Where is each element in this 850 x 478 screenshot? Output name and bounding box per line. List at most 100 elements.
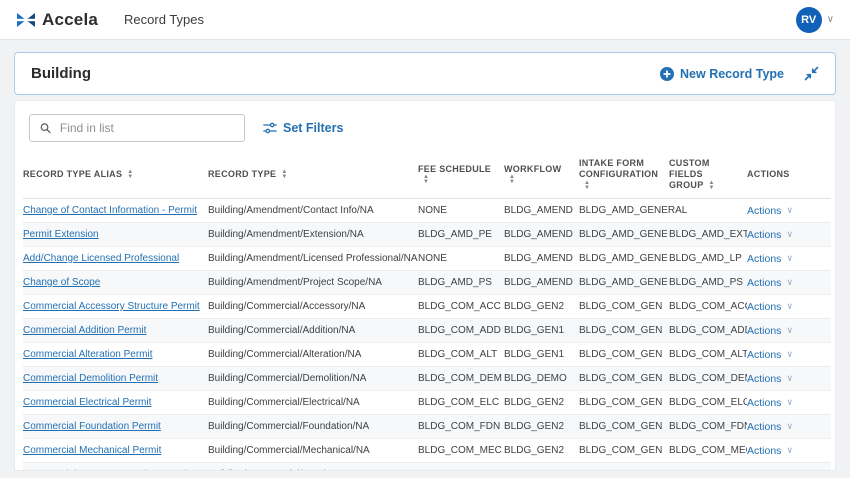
user-menu[interactable]: RV ∨ [796, 7, 834, 33]
record-type-alias-link[interactable]: Commercial New Construction Permit [23, 469, 190, 471]
actions-dropdown[interactable]: Actions ∨ [747, 253, 793, 265]
top-navigation-bar: Accela Record Types RV ∨ [0, 0, 850, 40]
custom-fields-group-cell: BLDG_COM_ELC [669, 391, 747, 415]
fee-schedule-cell: BLDG_COM_FDN [418, 415, 504, 439]
new-record-type-button[interactable]: New Record Type [660, 67, 784, 81]
custom-fields-group-cell: BLDG_COM_ALT [669, 343, 747, 367]
actions-dropdown[interactable]: Actions ∨ [747, 325, 793, 337]
actions-dropdown[interactable]: Actions ∨ [747, 445, 793, 457]
record-type-alias-link[interactable]: Permit Extension [23, 229, 99, 240]
chevron-down-icon[interactable]: ∨ [827, 14, 834, 25]
intake-form-configuration-cell: BLDG_AMD_GENERAL [579, 271, 669, 295]
table-row: Commercial Foundation Permit Building/Co… [23, 415, 831, 439]
record-type-cell: Building/Commercial/Mechanical/NA [208, 439, 418, 463]
column-header-workflow[interactable]: WORKFLOW▲▼ [504, 153, 579, 199]
record-type-alias-link[interactable]: Commercial Alteration Permit [23, 349, 152, 360]
chevron-down-icon: ∨ [786, 301, 793, 312]
actions-dropdown[interactable]: Actions ∨ [747, 205, 793, 217]
workflow-cell: BLDG_AMEND [504, 199, 579, 223]
workflow-cell: BLDG_DEMO [504, 367, 579, 391]
table-row: Commercial New Construction Permit Build… [23, 463, 831, 472]
table-row: Commercial Demolition Permit Building/Co… [23, 367, 831, 391]
record-type-alias-link[interactable]: Commercial Accessory Structure Permit [23, 301, 200, 312]
actions-dropdown[interactable]: Actions ∨ [747, 397, 793, 409]
record-type-alias-link[interactable]: Commercial Mechanical Permit [23, 445, 161, 456]
actions-dropdown[interactable]: Actions ∨ [747, 301, 793, 313]
workflow-cell: BLDG_GEN2 [504, 295, 579, 319]
workflow-cell: BLDG_GEN2 [504, 415, 579, 439]
record-type-alias-link[interactable]: Commercial Demolition Permit [23, 373, 158, 384]
custom-fields-group-cell: BLDG_AMD_EXT [669, 223, 747, 247]
record-type-alias-link[interactable]: Add/Change Licensed Professional [23, 253, 179, 264]
column-header-fee-schedule[interactable]: FEE SCHEDULE▲▼ [418, 153, 504, 199]
fee-schedule-cell: BLDG_COM_ACC [418, 295, 504, 319]
custom-fields-group-cell: BLDG_COM_ADD [669, 319, 747, 343]
fee-schedule-cell: BLDG_COM_ADD [418, 319, 504, 343]
column-header-intake-form-configuration[interactable]: INTAKE FORM CONFIGURATION▲▼ [579, 153, 669, 199]
custom-fields-group-cell: BLDG_COM_FDN [669, 415, 747, 439]
sort-icon[interactable]: ▲▼ [127, 170, 133, 180]
custom-fields-group-cell: BLDG_COM_ACC [669, 295, 747, 319]
sort-icon[interactable]: ▲▼ [709, 181, 715, 191]
record-type-cell: Building/Amendment/Contact Info/NA [208, 199, 418, 223]
actions-cell: Actions ∨ [747, 223, 831, 247]
actions-dropdown[interactable]: Actions ∨ [747, 373, 793, 385]
record-type-alias-link[interactable]: Commercial Foundation Permit [23, 421, 161, 432]
record-type-alias-cell: Commercial New Construction Permit [23, 463, 208, 472]
actions-dropdown[interactable]: Actions ∨ [747, 349, 793, 361]
fee-schedule-cell: BLDG_AMD_PS [418, 271, 504, 295]
intake-form-configuration-cell: BLDG_COM_GEN [579, 439, 669, 463]
custom-fields-group-cell: BLDG_COM_NEW [669, 463, 747, 472]
record-type-cell: Building/Commercial/Addition/NA [208, 319, 418, 343]
actions-cell: Actions ∨ [747, 463, 831, 472]
record-type-alias-link[interactable]: Commercial Addition Permit [23, 325, 146, 336]
search-input[interactable] [58, 120, 236, 136]
workflow-cell: BLDG_AMEND [504, 223, 579, 247]
actions-dropdown[interactable]: Actions ∨ [747, 469, 793, 472]
sort-icon[interactable]: ▲▼ [509, 175, 515, 185]
column-header-record-type-alias[interactable]: RECORD TYPE ALIAS▲▼ [23, 153, 208, 199]
intake-form-configuration-cell: BLDG_COM_GEN [579, 295, 669, 319]
record-type-alias-cell: Commercial Alteration Permit [23, 343, 208, 367]
actions-dropdown[interactable]: Actions ∨ [747, 229, 793, 241]
actions-cell: Actions ∨ [747, 415, 831, 439]
table-row: Commercial Alteration Permit Building/Co… [23, 343, 831, 367]
table-row: Add/Change Licensed Professional Buildin… [23, 247, 831, 271]
record-type-alias-link[interactable]: Commercial Electrical Permit [23, 397, 151, 408]
record-type-alias-cell: Commercial Mechanical Permit [23, 439, 208, 463]
actions-cell: Actions ∨ [747, 343, 831, 367]
intake-form-configuration-cell: BLDG_COM_GEN [579, 391, 669, 415]
record-type-alias-link[interactable]: Change of Contact Information - Permit [23, 205, 197, 216]
search-input-wrapper[interactable] [29, 114, 245, 142]
column-header-custom-fields-group[interactable]: CUSTOM FIELDS GROUP▲▼ [669, 153, 747, 199]
actions-cell: Actions ∨ [747, 271, 831, 295]
record-type-alias-cell: Commercial Accessory Structure Permit [23, 295, 208, 319]
accela-logo-icon [16, 12, 36, 28]
chevron-down-icon: ∨ [786, 253, 793, 264]
card-actions: New Record Type [660, 66, 819, 81]
table-row: Permit Extension Building/Amendment/Exte… [23, 223, 831, 247]
sort-icon[interactable]: ▲▼ [281, 170, 287, 180]
table-row: Change of Contact Information - Permit B… [23, 199, 831, 223]
workflow-cell: BLDG_GEN2 [504, 391, 579, 415]
sort-icon[interactable]: ▲▼ [584, 181, 590, 191]
record-type-alias-cell: Add/Change Licensed Professional [23, 247, 208, 271]
set-filters-label: Set Filters [283, 121, 343, 135]
record-type-alias-cell: Change of Contact Information - Permit [23, 199, 208, 223]
record-type-alias-link[interactable]: Change of Scope [23, 277, 100, 288]
column-header-record-type[interactable]: RECORD TYPE▲▼ [208, 153, 418, 199]
record-type-cell: Building/Commercial/New/NA [208, 463, 418, 472]
intake-form-configuration-cell: BLDG_AMD_GENERAL [579, 247, 669, 271]
table-row: Commercial Mechanical Permit Building/Co… [23, 439, 831, 463]
sort-icon[interactable]: ▲▼ [423, 175, 429, 185]
actions-dropdown[interactable]: Actions ∨ [747, 421, 793, 433]
fee-schedule-cell: BLDG_AMD_PE [418, 223, 504, 247]
actions-dropdown[interactable]: Actions ∨ [747, 277, 793, 289]
table-header-row: RECORD TYPE ALIAS▲▼ RECORD TYPE▲▼ FEE SC… [23, 153, 831, 199]
avatar[interactable]: RV [796, 7, 822, 33]
record-type-alias-cell: Permit Extension [23, 223, 208, 247]
collapse-panel-icon[interactable] [804, 66, 819, 81]
set-filters-button[interactable]: Set Filters [263, 121, 343, 135]
actions-cell: Actions ∨ [747, 391, 831, 415]
record-type-cell: Building/Amendment/Extension/NA [208, 223, 418, 247]
